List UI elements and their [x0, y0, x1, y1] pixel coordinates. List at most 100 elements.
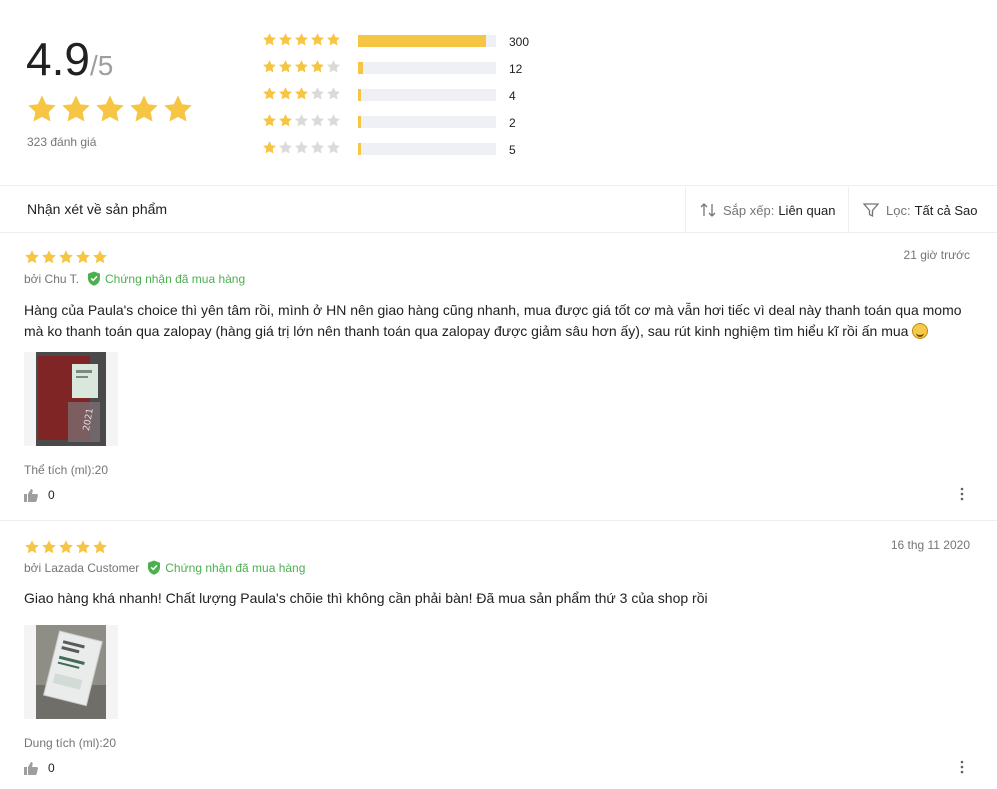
distribution-count: 300 — [509, 35, 530, 49]
star-empty-icon — [326, 59, 341, 74]
star-empty-icon — [326, 86, 341, 101]
distribution-count: 4 — [509, 89, 516, 103]
star-icon — [278, 59, 293, 74]
star-icon — [262, 113, 277, 128]
star-icon — [24, 539, 40, 555]
sort-arrows-icon — [700, 203, 716, 217]
star-icon — [310, 32, 325, 47]
shield-check-icon — [148, 560, 161, 575]
review-photo[interactable]: 2021 — [24, 352, 118, 446]
star-icon — [24, 249, 40, 265]
review-author: bởi Lazada Customer — [24, 560, 140, 575]
thumbs-up-icon — [24, 488, 38, 502]
score-max: /5 — [89, 50, 114, 81]
review-variant: Dung tích (ml):20 — [24, 736, 117, 750]
verified-label: Chứng nhận đã mua hàng — [165, 560, 306, 575]
star-empty-icon — [294, 140, 309, 155]
average-score-value: 4.9 — [26, 33, 90, 85]
star-icon — [75, 249, 91, 265]
star-icon — [310, 59, 325, 74]
review-variant: Thể tích (ml):20 — [24, 463, 109, 477]
star-empty-icon — [326, 140, 341, 155]
distribution-count: 12 — [509, 62, 523, 76]
reviews-toolbar: Nhận xét về sản phẩm Sắp xếp: Liên quan … — [0, 187, 997, 233]
filter-label: Lọc: — [886, 202, 911, 218]
distribution-bar — [358, 35, 496, 47]
star-icon — [92, 539, 108, 555]
star-icon — [58, 539, 74, 555]
distribution-bar-fill — [358, 62, 363, 74]
review-text-content: Hàng của Paula's choice thì yên tâm rồi,… — [24, 302, 962, 339]
star-icon — [326, 32, 341, 47]
distribution-row-2[interactable]: 2 — [262, 112, 562, 132]
distribution-bar-fill — [358, 35, 486, 47]
star-icon — [162, 92, 194, 126]
review-date: 21 giờ trước — [903, 248, 970, 262]
review-author: bởi Chu T. — [24, 271, 80, 286]
review-item: 21 giờ trước bởi Chu T. Chứng nhận đã mu… — [0, 233, 997, 520]
star-icon — [294, 32, 309, 47]
distribution-row-1[interactable]: 5 — [262, 139, 562, 159]
star-icon — [41, 249, 57, 265]
like-count: 0 — [48, 488, 55, 502]
review-author-line: bởi Chu T. Chứng nhận đã mua hàng — [24, 271, 245, 286]
reviews-heading: Nhận xét về sản phẩm — [27, 201, 168, 217]
review-photo[interactable] — [24, 625, 118, 719]
star-empty-icon — [326, 113, 341, 128]
review-item: 16 thg 11 2020 bởi Lazada Customer Chứng… — [0, 520, 997, 789]
sort-label: Sắp xếp: — [723, 202, 775, 218]
sort-value: Liên quan — [778, 202, 836, 218]
star-empty-icon — [310, 113, 325, 128]
shield-check-icon — [88, 271, 101, 286]
distribution-row-3[interactable]: 4 — [262, 85, 562, 105]
distribution-count: 2 — [509, 116, 516, 130]
review-stars — [24, 539, 108, 555]
distribution-row-4[interactable]: 12 — [262, 58, 562, 78]
product-photo-icon: 2021 — [24, 352, 118, 446]
grinning-sweat-emoji-icon — [912, 323, 929, 339]
like-button[interactable]: 0 — [24, 761, 55, 775]
sort-dropdown[interactable]: Sắp xếp: Liên quan — [685, 187, 848, 233]
distribution-row-5[interactable]: 300 — [262, 31, 562, 51]
rating-summary: 4.9/5 323 đánh giá 300 12 4 2 5 — [0, 0, 997, 186]
product-photo-icon — [24, 625, 118, 719]
review-text: Giao hàng khá nhanh! Chất lượng Paula's … — [24, 590, 708, 606]
more-vertical-icon[interactable] — [956, 487, 968, 501]
star-icon — [262, 140, 277, 155]
verified-label: Chứng nhận đã mua hàng — [105, 271, 246, 286]
thumbs-up-icon — [24, 761, 38, 775]
distribution-bar — [358, 143, 496, 155]
star-icon — [58, 249, 74, 265]
filter-value: Tất cả Sao — [914, 202, 978, 218]
review-stars — [24, 249, 108, 265]
like-button[interactable]: 0 — [24, 488, 55, 502]
review-date: 16 thg 11 2020 — [890, 538, 970, 552]
star-icon — [41, 539, 57, 555]
star-icon — [94, 92, 126, 126]
funnel-icon — [862, 203, 880, 218]
verified-purchase: Chứng nhận đã mua hàng — [147, 560, 305, 575]
average-score: 4.9/5 — [26, 32, 113, 86]
row-stars — [262, 32, 341, 47]
star-icon — [262, 32, 277, 47]
filter-dropdown[interactable]: Lọc: Tất cả Sao — [848, 187, 997, 233]
distribution-bar — [358, 116, 496, 128]
star-icon — [262, 59, 277, 74]
distribution-bar — [358, 89, 496, 101]
star-icon — [60, 92, 92, 126]
distribution-count: 5 — [509, 143, 516, 157]
row-stars — [262, 113, 341, 128]
star-icon — [75, 539, 91, 555]
review-text: Hàng của Paula's choice thì yên tâm rồi,… — [24, 300, 974, 342]
verified-purchase: Chứng nhận đã mua hàng — [87, 271, 245, 286]
review-author-line: bởi Lazada Customer Chứng nhận đã mua hà… — [24, 560, 305, 575]
star-icon — [294, 59, 309, 74]
star-empty-icon — [310, 140, 325, 155]
star-icon — [294, 86, 309, 101]
star-icon — [278, 113, 293, 128]
distribution-bar-fill — [358, 116, 361, 128]
distribution-bar-fill — [358, 143, 361, 155]
distribution-bar-fill — [358, 89, 361, 101]
more-vertical-icon[interactable] — [956, 760, 968, 774]
star-icon — [128, 92, 160, 126]
